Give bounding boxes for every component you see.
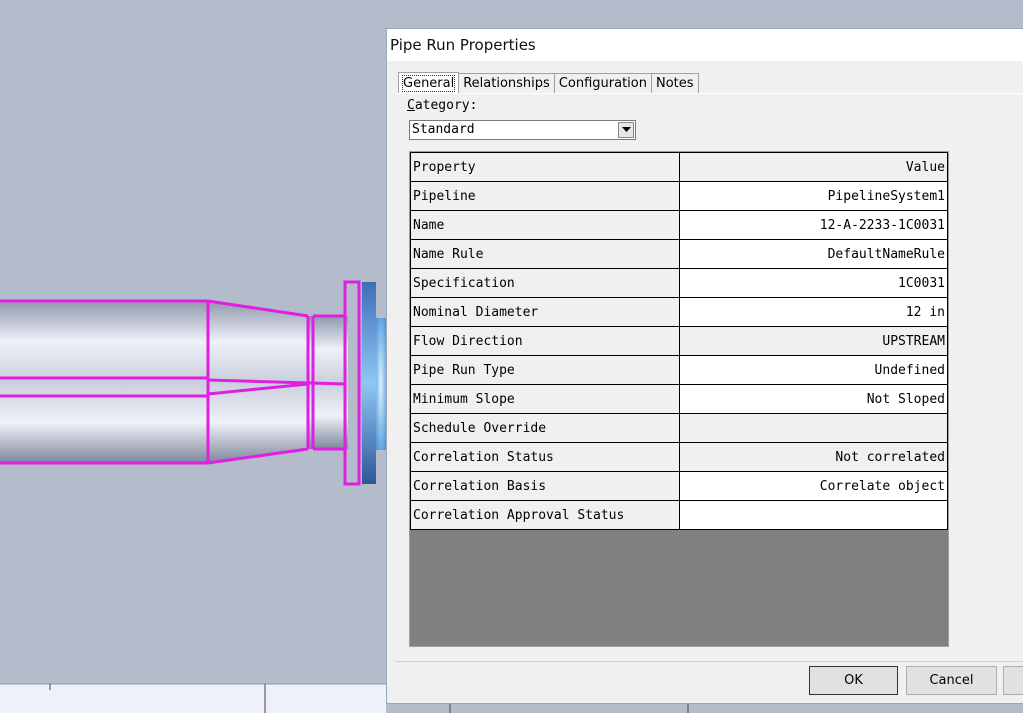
property-name: Name — [410, 210, 680, 240]
grid-row[interactable]: Correlation Status Not correlated — [410, 442, 949, 472]
cancel-button[interactable]: Cancel — [906, 666, 997, 695]
value-column-header: Value — [678, 152, 949, 182]
pipe-run-properties-dialog: Pipe Run Properties General Relationship… — [386, 28, 1023, 704]
property-name: Correlation Basis — [410, 471, 680, 501]
grid-row[interactable]: Specification 1C0031 — [410, 268, 949, 298]
property-name: Pipe Run Type — [410, 355, 680, 385]
property-name: Correlation Approval Status — [410, 500, 680, 530]
flange — [362, 282, 376, 484]
grid-row[interactable]: Schedule Override — [410, 413, 949, 443]
properties-grid: Property Value Pipeline PipelineSystem1 N… — [409, 151, 949, 647]
property-column-header: Property — [410, 152, 680, 182]
property-value[interactable]: DefaultNameRule — [678, 239, 949, 269]
tab-strip: General Relationships Configuration Note… — [398, 72, 699, 94]
property-value[interactable]: PipelineSystem1 — [678, 181, 949, 211]
property-value[interactable]: Not correlated — [678, 442, 949, 472]
category-label: Category: — [407, 98, 478, 113]
footer-divider — [395, 661, 1023, 662]
title-bar[interactable]: Pipe Run Properties — [387, 29, 1023, 61]
grid-row[interactable]: Pipe Run Type Undefined — [410, 355, 949, 385]
property-name: Name Rule — [410, 239, 680, 269]
apply-button[interactable] — [1003, 666, 1023, 695]
property-value[interactable]: Undefined — [678, 355, 949, 385]
property-name: Correlation Status — [410, 442, 680, 472]
grid-row[interactable]: Correlation Basis Correlate object — [410, 471, 949, 501]
grid-row[interactable]: Flow Direction UPSTREAM — [410, 326, 949, 356]
ok-button[interactable]: OK — [809, 666, 898, 695]
tab-notes[interactable]: Notes — [650, 73, 699, 93]
property-value[interactable]: 12 in — [678, 297, 949, 327]
grid-row[interactable]: Name Rule DefaultNameRule — [410, 239, 949, 269]
property-name: Minimum Slope — [410, 384, 680, 414]
property-name: Flow Direction — [410, 326, 680, 356]
tab-relationships[interactable]: Relationships — [458, 73, 555, 93]
property-name: Nominal Diameter — [410, 297, 680, 327]
grid-row[interactable]: Nominal Diameter 12 in — [410, 297, 949, 327]
dialog-title: Pipe Run Properties — [390, 36, 536, 54]
property-value[interactable] — [678, 413, 949, 443]
property-value[interactable]: UPSTREAM — [678, 326, 949, 356]
category-select[interactable]: Standard — [409, 120, 636, 140]
property-name: Specification — [410, 268, 680, 298]
tab-general[interactable]: General — [398, 72, 460, 94]
property-value[interactable]: Correlate object — [678, 471, 949, 501]
category-value: Standard — [412, 122, 475, 137]
grid-row[interactable]: Minimum Slope Not Sloped — [410, 384, 949, 414]
chevron-down-icon[interactable] — [618, 122, 634, 138]
tab-divider — [395, 93, 1023, 94]
pipe-segment — [0, 301, 208, 463]
grid-row[interactable]: Correlation Approval Status — [410, 500, 949, 530]
property-value[interactable]: Not Sloped — [678, 384, 949, 414]
tab-configuration[interactable]: Configuration — [553, 73, 652, 93]
grid-header: Property Value — [410, 152, 949, 182]
property-value[interactable]: 12-A-2233-1C0031 — [678, 210, 949, 240]
property-value[interactable]: 1C0031 — [678, 268, 949, 298]
grid-row[interactable]: Name 12-A-2233-1C0031 — [410, 210, 949, 240]
property-value[interactable] — [678, 500, 949, 530]
property-name: Schedule Override — [410, 413, 680, 443]
property-name: Pipeline — [410, 181, 680, 211]
grid-row[interactable]: Pipeline PipelineSystem1 — [410, 181, 949, 211]
